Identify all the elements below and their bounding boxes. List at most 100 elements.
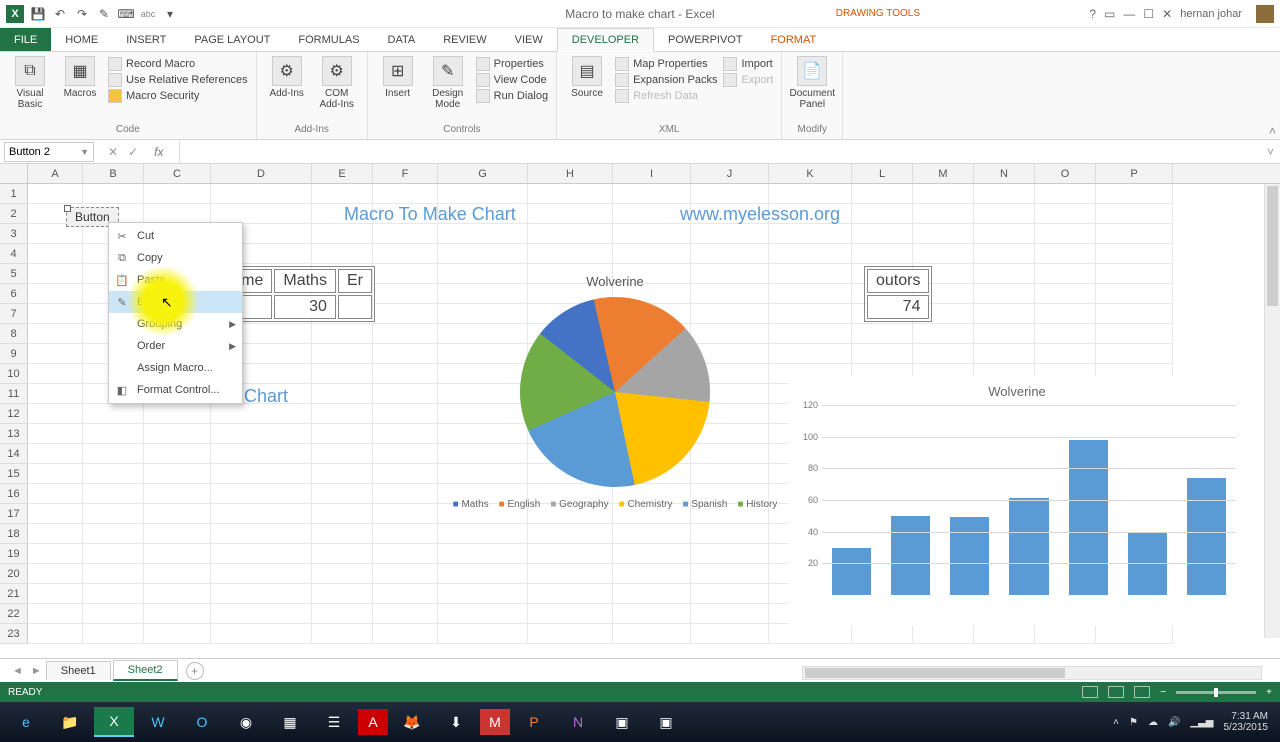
cell[interactable] bbox=[144, 624, 211, 644]
help-icon[interactable]: ? bbox=[1089, 7, 1096, 21]
cell[interactable] bbox=[211, 444, 312, 464]
cell[interactable] bbox=[211, 504, 312, 524]
cell[interactable]: 30 bbox=[274, 295, 336, 319]
cell[interactable] bbox=[438, 224, 528, 244]
cell[interactable] bbox=[613, 604, 691, 624]
tab-data[interactable]: DATA bbox=[374, 28, 430, 51]
cell[interactable] bbox=[312, 504, 373, 524]
cell[interactable] bbox=[312, 584, 373, 604]
row-header[interactable]: 8 bbox=[0, 324, 28, 344]
cell[interactable] bbox=[974, 284, 1035, 304]
cell[interactable] bbox=[852, 184, 913, 204]
cell[interactable] bbox=[613, 244, 691, 264]
cell[interactable]: Er bbox=[338, 269, 372, 293]
cell[interactable] bbox=[691, 544, 769, 564]
cell[interactable] bbox=[528, 584, 613, 604]
cell[interactable] bbox=[438, 564, 528, 584]
cancel-edit-icon[interactable]: ✕ bbox=[108, 145, 118, 159]
cell[interactable] bbox=[211, 424, 312, 444]
cell[interactable] bbox=[312, 544, 373, 564]
export-button[interactable]: Export bbox=[723, 72, 773, 88]
cell[interactable] bbox=[28, 304, 83, 324]
cell[interactable] bbox=[28, 264, 83, 284]
cell[interactable] bbox=[438, 184, 528, 204]
macros-button[interactable]: ▦Macros bbox=[58, 56, 102, 99]
row-header[interactable]: 9 bbox=[0, 344, 28, 364]
visual-basic-button[interactable]: ⧉Visual Basic bbox=[8, 56, 52, 110]
cell[interactable] bbox=[1035, 304, 1096, 324]
ctx-order[interactable]: Order▶ bbox=[109, 335, 242, 357]
cell[interactable] bbox=[28, 444, 83, 464]
cell[interactable] bbox=[83, 424, 144, 444]
ctx-paste[interactable]: 📋Paste bbox=[109, 269, 242, 291]
cell[interactable] bbox=[1035, 344, 1096, 364]
tab-view[interactable]: VIEW bbox=[501, 28, 557, 51]
cell[interactable] bbox=[373, 464, 438, 484]
tray-volume-icon[interactable]: 🔊 bbox=[1168, 717, 1180, 728]
col-header[interactable]: H bbox=[528, 164, 613, 183]
cell[interactable] bbox=[528, 184, 613, 204]
cell[interactable] bbox=[28, 484, 83, 504]
cell[interactable] bbox=[1035, 324, 1096, 344]
tab-insert[interactable]: INSERT bbox=[112, 28, 180, 51]
save-icon[interactable]: 💾 bbox=[30, 6, 46, 22]
cell[interactable] bbox=[373, 584, 438, 604]
tab-developer[interactable]: DEVELOPER bbox=[557, 28, 654, 52]
cell[interactable] bbox=[312, 564, 373, 584]
cell[interactable] bbox=[83, 604, 144, 624]
data-table[interactable]: outors 74 bbox=[864, 266, 932, 322]
cell[interactable] bbox=[28, 224, 83, 244]
qat-icon[interactable]: ⌨ bbox=[118, 6, 134, 22]
cell[interactable] bbox=[913, 344, 974, 364]
cell[interactable] bbox=[691, 244, 769, 264]
cell[interactable] bbox=[613, 564, 691, 584]
addins-button[interactable]: ⚙Add-Ins bbox=[265, 56, 309, 99]
cell[interactable] bbox=[438, 624, 528, 644]
cell[interactable] bbox=[373, 544, 438, 564]
cell[interactable] bbox=[1096, 204, 1173, 224]
cell[interactable] bbox=[974, 184, 1035, 204]
row-header[interactable]: 17 bbox=[0, 504, 28, 524]
col-header[interactable]: J bbox=[691, 164, 769, 183]
col-header[interactable]: O bbox=[1035, 164, 1096, 183]
cell[interactable] bbox=[312, 344, 373, 364]
taskbar-adobe-icon[interactable]: A bbox=[358, 709, 388, 735]
cell[interactable] bbox=[852, 624, 913, 644]
cell[interactable] bbox=[1096, 224, 1173, 244]
cell[interactable] bbox=[83, 464, 144, 484]
cell[interactable] bbox=[28, 324, 83, 344]
cell[interactable] bbox=[528, 524, 613, 544]
cell[interactable] bbox=[312, 524, 373, 544]
cell[interactable] bbox=[28, 184, 83, 204]
select-all-corner[interactable] bbox=[0, 164, 28, 183]
cell[interactable] bbox=[373, 364, 438, 384]
taskbar-app-icon[interactable]: ⬇ bbox=[436, 707, 476, 737]
taskbar-app-icon[interactable]: ▦ bbox=[270, 707, 310, 737]
cell[interactable] bbox=[312, 624, 373, 644]
row-header[interactable]: 14 bbox=[0, 444, 28, 464]
cell[interactable] bbox=[144, 184, 211, 204]
row-header[interactable]: 6 bbox=[0, 284, 28, 304]
cell[interactable] bbox=[913, 184, 974, 204]
cell[interactable] bbox=[211, 584, 312, 604]
row-header[interactable]: 11 bbox=[0, 384, 28, 404]
col-header[interactable]: E bbox=[312, 164, 373, 183]
cell[interactable] bbox=[144, 584, 211, 604]
ctx-edit-text[interactable]: ✎Edit Text bbox=[109, 291, 242, 313]
col-header[interactable]: G bbox=[438, 164, 528, 183]
col-header[interactable]: M bbox=[913, 164, 974, 183]
design-mode-button[interactable]: ✎Design Mode bbox=[426, 56, 470, 110]
cell[interactable] bbox=[312, 484, 373, 504]
cell[interactable] bbox=[691, 524, 769, 544]
cell[interactable] bbox=[312, 324, 373, 344]
cell[interactable] bbox=[312, 244, 373, 264]
cell[interactable] bbox=[211, 624, 312, 644]
row-header[interactable]: 3 bbox=[0, 224, 28, 244]
maximize-icon[interactable]: ☐ bbox=[1143, 7, 1154, 21]
cell[interactable] bbox=[83, 484, 144, 504]
cell[interactable] bbox=[528, 564, 613, 584]
cell[interactable] bbox=[28, 384, 83, 404]
cell[interactable] bbox=[211, 204, 312, 224]
cell[interactable] bbox=[28, 504, 83, 524]
cell[interactable] bbox=[528, 224, 613, 244]
